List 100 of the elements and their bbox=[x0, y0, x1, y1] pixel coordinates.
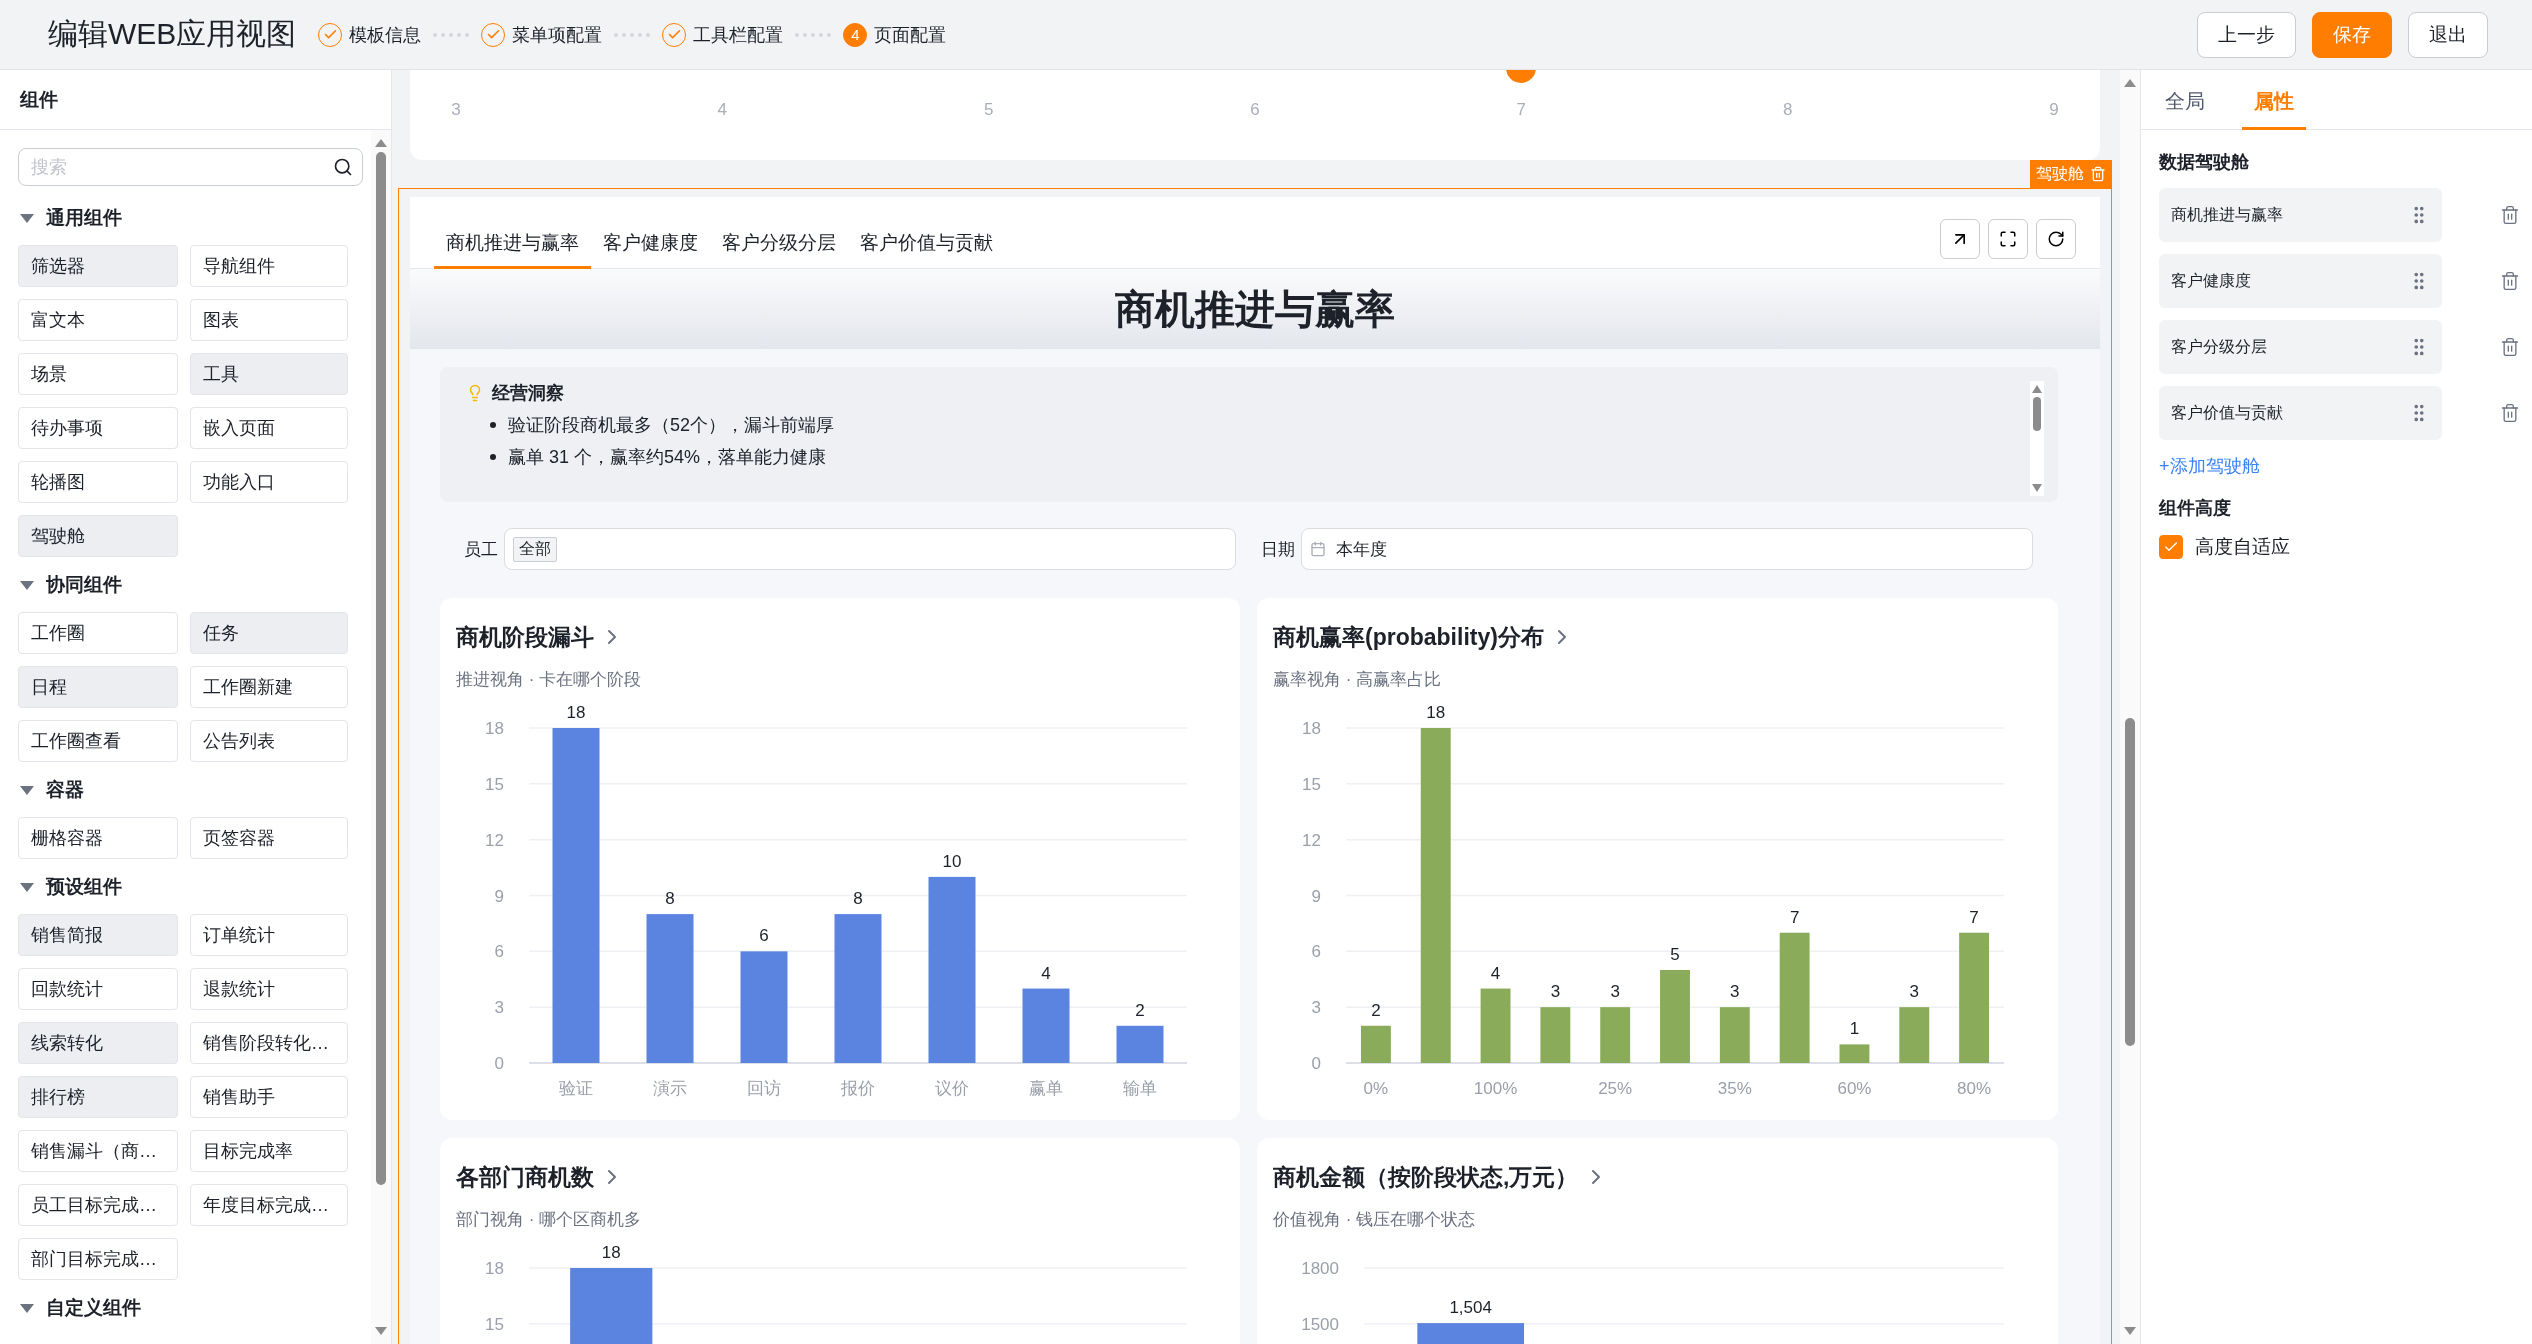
bar bbox=[1116, 1025, 1164, 1063]
section-title: 预设组件 bbox=[46, 875, 122, 899]
toolbar-button[interactable]: 退出 bbox=[2408, 11, 2488, 58]
component-item[interactable]: 图表 bbox=[190, 299, 348, 341]
scroll-up-icon[interactable] bbox=[2032, 385, 2042, 393]
component-item[interactable]: 销售助手 bbox=[190, 1076, 348, 1118]
search-icon[interactable] bbox=[333, 157, 353, 177]
timeline-label: 7 bbox=[1516, 100, 1527, 120]
component-item[interactable]: 日程 bbox=[18, 666, 178, 708]
component-item[interactable]: 筛选器 bbox=[18, 245, 178, 287]
timeline-label: 9 bbox=[2049, 100, 2059, 120]
component-item[interactable]: 销售简报 bbox=[18, 914, 178, 956]
bar bbox=[1600, 1007, 1631, 1063]
component-item[interactable]: 员工目标完成… bbox=[18, 1184, 178, 1226]
component-item[interactable]: 部门目标完成… bbox=[18, 1238, 178, 1280]
component-item[interactable]: 回款统计 bbox=[18, 968, 178, 1010]
component-item[interactable]: 线索转化 bbox=[18, 1022, 178, 1064]
scrollbar-thumb[interactable] bbox=[2125, 718, 2135, 1046]
trash-icon[interactable] bbox=[2500, 205, 2520, 225]
x-axis-label: 输单 bbox=[1123, 1079, 1157, 1098]
scroll-down-icon[interactable] bbox=[2123, 1326, 2137, 1336]
component-item[interactable]: 工具 bbox=[190, 353, 348, 395]
component-item[interactable]: 场景 bbox=[18, 353, 178, 395]
x-axis-label: 回访 bbox=[747, 1079, 781, 1098]
component-item[interactable]: 任务 bbox=[190, 612, 348, 654]
component-item[interactable]: 销售阶段转化… bbox=[190, 1022, 348, 1064]
tab[interactable]: 客户价值与贡献 bbox=[848, 219, 1005, 269]
scroll-up-icon[interactable] bbox=[374, 138, 388, 148]
step-connector bbox=[795, 32, 832, 37]
component-item[interactable]: 退款统计 bbox=[190, 968, 348, 1010]
chart-subtitle: 价值视角 · 钱压在哪个状态 bbox=[1273, 1210, 1477, 1230]
x-axis-label: 赢单 bbox=[1029, 1079, 1063, 1098]
tab[interactable]: 客户分级分层 bbox=[710, 219, 848, 269]
y-axis-label: 0 bbox=[494, 1054, 504, 1073]
scrollbar-thumb[interactable] bbox=[2033, 397, 2041, 431]
trash-icon[interactable] bbox=[2500, 403, 2520, 423]
cockpit-name: 客户价值与贡献 bbox=[2171, 402, 2284, 423]
value-label: 2 bbox=[1135, 1000, 1145, 1020]
trash-icon[interactable] bbox=[2090, 166, 2106, 182]
tab[interactable]: 客户健康度 bbox=[591, 219, 710, 269]
open-link-button[interactable] bbox=[1940, 218, 1980, 259]
refresh-button[interactable] bbox=[2036, 218, 2076, 259]
y-axis-label: 12 bbox=[485, 830, 504, 850]
component-item[interactable]: 待办事项 bbox=[18, 407, 178, 449]
toolbar-button[interactable]: 上一步 bbox=[2197, 11, 2296, 58]
component-item[interactable]: 工作圈 bbox=[18, 612, 178, 654]
scroll-up-icon[interactable] bbox=[2123, 78, 2137, 88]
caret-down-icon[interactable] bbox=[18, 1302, 36, 1314]
checkbox[interactable] bbox=[2159, 535, 2183, 559]
value-label: 4 bbox=[1490, 963, 1501, 983]
date-field[interactable]: 本年度 bbox=[1301, 528, 2033, 570]
caret-down-icon[interactable] bbox=[18, 579, 36, 591]
value-label: 4 bbox=[1041, 963, 1051, 983]
component-item[interactable]: 富文本 bbox=[18, 299, 178, 341]
value-label: 1,504 bbox=[1449, 1298, 1492, 1318]
caret-down-icon[interactable] bbox=[18, 881, 36, 893]
component-item[interactable]: 页签容器 bbox=[190, 817, 348, 859]
cockpit-name: 商机推进与赢率 bbox=[2171, 204, 2284, 225]
component-item[interactable]: 排行榜 bbox=[18, 1076, 178, 1118]
scrollbar-thumb[interactable] bbox=[376, 152, 386, 1185]
cockpit-item[interactable]: 客户健康度 bbox=[2159, 254, 2442, 308]
cockpit-item[interactable]: 客户分级分层 bbox=[2159, 320, 2442, 374]
cockpit-item[interactable]: 客户价值与贡献 bbox=[2159, 386, 2442, 440]
timeline-label: 4 bbox=[717, 100, 728, 120]
x-axis-label: 80% bbox=[1957, 1079, 1992, 1098]
component-item[interactable]: 工作圈查看 bbox=[18, 720, 178, 762]
cockpit-name: 客户分级分层 bbox=[2171, 336, 2268, 357]
caret-down-icon[interactable] bbox=[18, 212, 36, 224]
search-field[interactable]: 搜索 bbox=[18, 148, 363, 186]
step-connector bbox=[433, 32, 470, 37]
component-name: 驾驶舱 bbox=[2036, 163, 2084, 184]
y-axis-label: 9 bbox=[494, 886, 504, 906]
value-label: 6 bbox=[759, 926, 769, 946]
add-link[interactable]: +添加驾驶舱 bbox=[2159, 454, 2260, 478]
component-item[interactable]: 公告列表 bbox=[190, 720, 348, 762]
y-axis-label: 15 bbox=[485, 774, 504, 794]
panel-title: 组件 bbox=[0, 70, 391, 130]
component-item[interactable]: 轮播图 bbox=[18, 461, 178, 503]
component-item[interactable]: 销售漏斗（商… bbox=[18, 1130, 178, 1172]
trash-icon[interactable] bbox=[2500, 337, 2520, 357]
component-item[interactable]: 功能入口 bbox=[190, 461, 348, 503]
x-axis-label: 议价 bbox=[935, 1079, 969, 1098]
component-item[interactable]: 驾驶舱 bbox=[18, 515, 178, 557]
component-item[interactable]: 工作圈新建 bbox=[190, 666, 348, 708]
component-item[interactable]: 栅格容器 bbox=[18, 817, 178, 859]
component-item[interactable]: 嵌入页面 bbox=[190, 407, 348, 449]
select-field[interactable]: 全部 bbox=[504, 528, 1236, 570]
filter-label: 日期 bbox=[1261, 538, 1295, 561]
fullscreen-button[interactable] bbox=[1988, 218, 2028, 259]
component-item[interactable]: 导航组件 bbox=[190, 245, 348, 287]
scroll-down-icon[interactable] bbox=[2032, 484, 2042, 492]
timeline-label: 6 bbox=[1250, 100, 1260, 120]
cockpit-item[interactable]: 商机推进与赢率 bbox=[2159, 188, 2442, 242]
trash-icon[interactable] bbox=[2500, 271, 2520, 291]
component-item[interactable]: 年度目标完成… bbox=[190, 1184, 348, 1226]
tab[interactable]: 全局 bbox=[2153, 76, 2217, 130]
scroll-down-icon[interactable] bbox=[374, 1326, 388, 1336]
caret-down-icon[interactable] bbox=[18, 784, 36, 796]
component-item[interactable]: 订单统计 bbox=[190, 914, 348, 956]
component-item[interactable]: 目标完成率 bbox=[190, 1130, 348, 1172]
